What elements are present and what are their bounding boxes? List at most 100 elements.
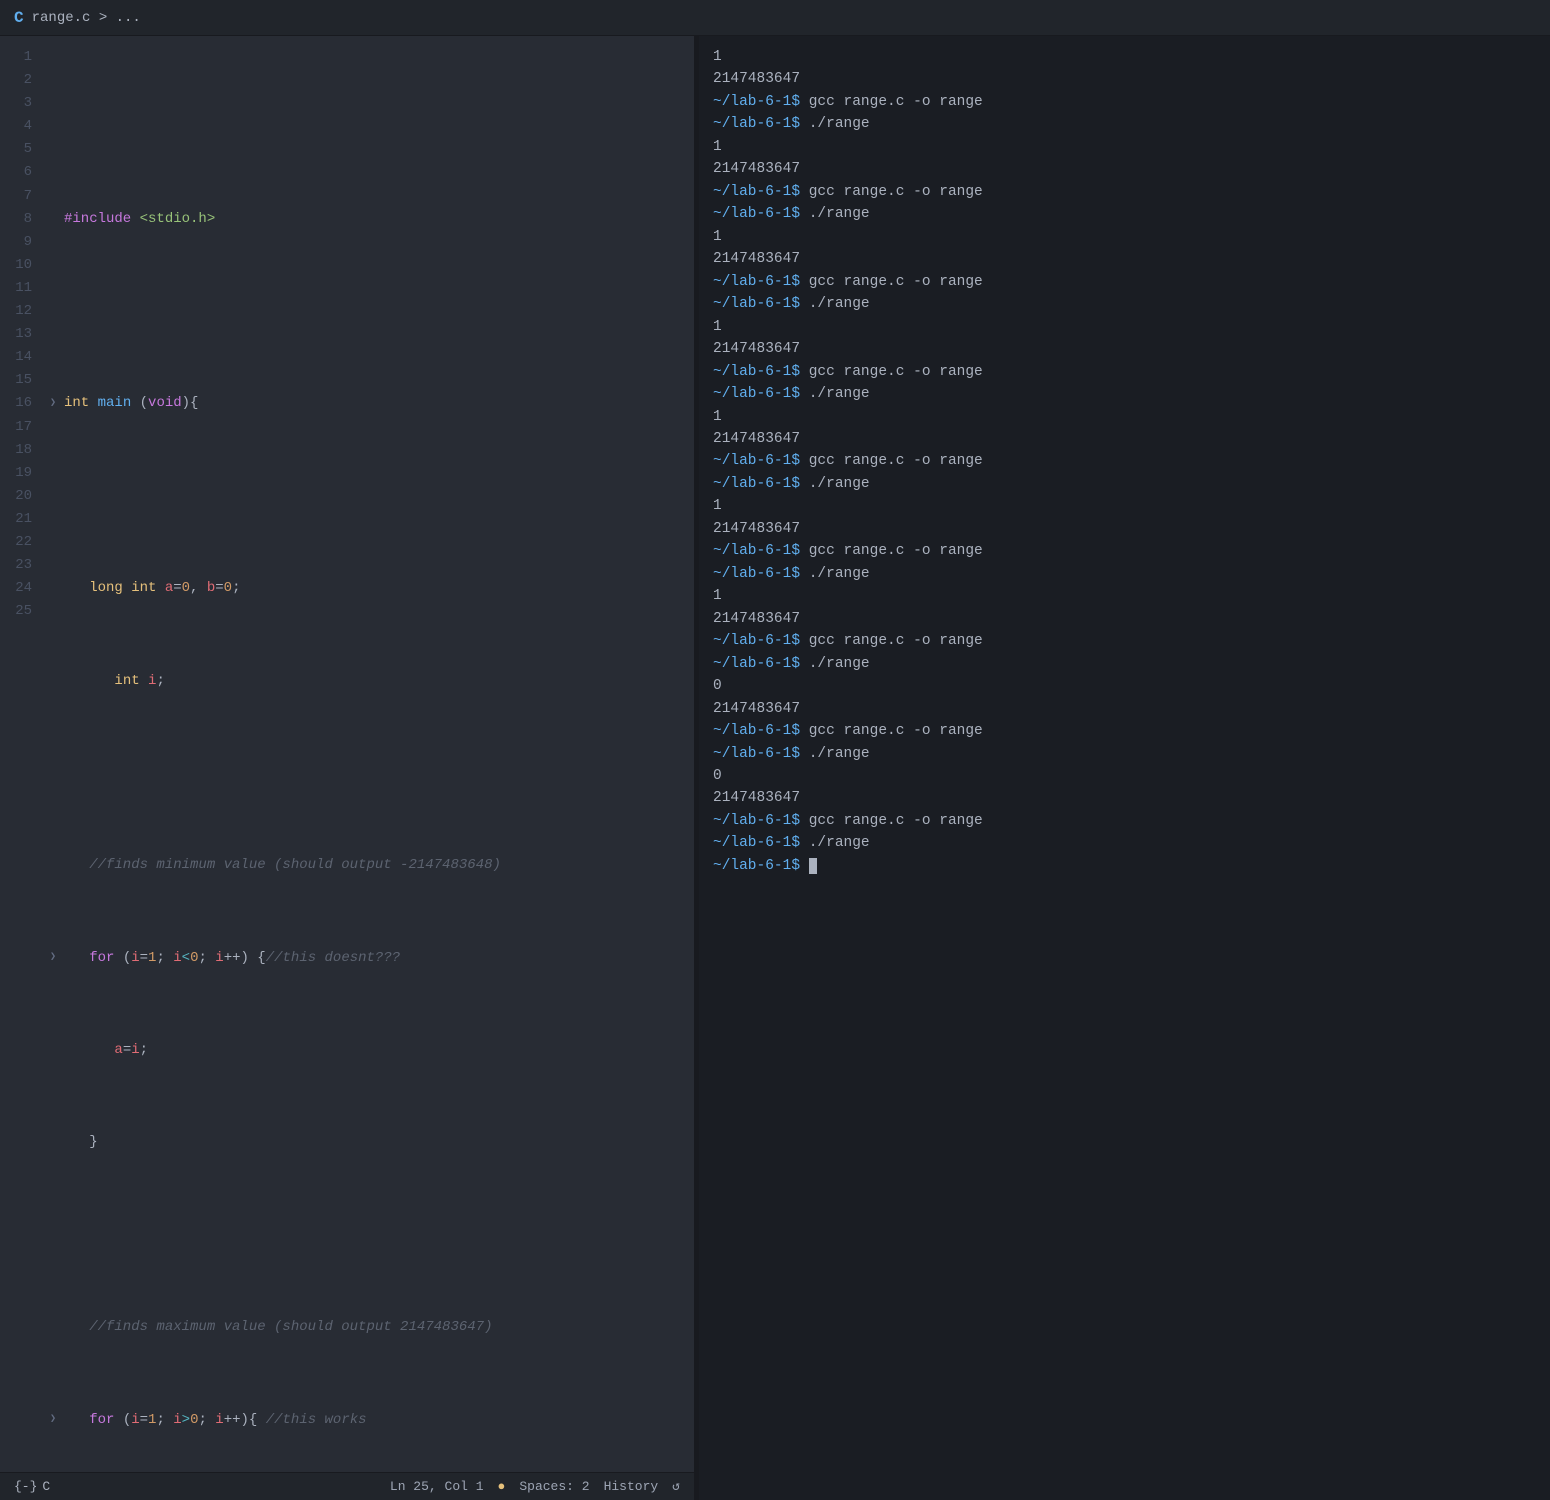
t-out-8b: 2147483647 [713,698,1536,720]
t-out-2a: 1 [713,136,1536,158]
line-14-content: //finds maximum value (should output 214… [64,1316,674,1339]
code-content[interactable]: #include <stdio.h> ❯ int main (void){ [50,36,694,1472]
fold-12 [50,1135,64,1152]
language-badge[interactable]: {-} C [14,1479,50,1494]
t-out-3a: 1 [713,226,1536,248]
t-cmd-3a: ~/lab-6-1$ gcc range.c -o range [713,271,1536,293]
main-area: 1 2 3 4 5 6 7 8 9 10 11 12 13 14 15 16 1… [0,36,1550,1500]
t-cmd-2a: ~/lab-6-1$ gcc range.c -o range [713,181,1536,203]
terminal-pane[interactable]: 1 2147483647 ~/lab-6-1$ gcc range.c -o r… [699,36,1550,1500]
code-line-1 [50,115,674,138]
status-bar: {-} C Ln 25, Col 1 ● Spaces: 2 History ↺ [0,1472,694,1500]
t-cmd-5b: ~/lab-6-1$ ./range [713,473,1536,495]
line-4-content: int main (void){ [64,392,674,415]
ln-12: 12 [10,300,32,323]
ln-21: 21 [10,508,32,531]
code-line-8 [50,762,674,785]
code-area[interactable]: 1 2 3 4 5 6 7 8 9 10 11 12 13 14 15 16 1… [0,36,694,1472]
t-out-2b: 2147483647 [713,158,1536,180]
t-cmd-7a: ~/lab-6-1$ gcc range.c -o range [713,630,1536,652]
status-right: Ln 25, Col 1 ● Spaces: 2 History ↺ [390,1479,680,1494]
ln-10: 10 [10,254,32,277]
ln-13: 13 [10,323,32,346]
terminal-block-8: 0 2147483647 ~/lab-6-1$ gcc range.c -o r… [713,675,1536,765]
ln-19: 19 [10,462,32,485]
terminal-block-6: 1 2147483647 ~/lab-6-1$ gcc range.c -o r… [713,495,1536,585]
code-line-3 [50,300,674,323]
t-out-6a: 1 [713,495,1536,517]
t-out-9b: 2147483647 [713,787,1536,809]
line-6-content: long int a=0, b=0; [64,577,674,600]
fold-15[interactable]: ❯ [50,1412,64,1429]
t-cmd-1b: ~/lab-6-1$ ./range [713,113,1536,135]
line-7-content: int i; [64,670,674,693]
breadcrumb: range.c > ... [32,10,141,26]
ln-11: 11 [10,277,32,300]
code-line-7: int i; [50,670,674,693]
t-cmd-4b: ~/lab-6-1$ ./range [713,383,1536,405]
code-line-11: a=i; [50,1039,674,1062]
ln-8: 8 [10,208,32,231]
code-line-6: long int a=0, b=0; [50,577,674,600]
ln-5: 5 [10,138,32,161]
t-cmd-9a: ~/lab-6-1$ gcc range.c -o range [713,810,1536,832]
t-out-4a: 1 [713,316,1536,338]
file-type-icon: C [14,9,24,27]
ln-18: 18 [10,439,32,462]
t-out-6b: 2147483647 [713,518,1536,540]
terminal-cursor [809,858,817,874]
line-9-content: //finds minimum value (should output -21… [64,854,674,877]
fold-9 [50,858,64,875]
ln-15: 15 [10,369,32,392]
editor-pane: 1 2 3 4 5 6 7 8 9 10 11 12 13 14 15 16 1… [0,36,695,1500]
line-15-content: for (i=1; i>0; i++){ //this works [64,1409,674,1432]
ln-20: 20 [10,485,32,508]
fold-5 [50,488,64,505]
code-line-14: //finds maximum value (should output 214… [50,1316,674,1339]
ln-14: 14 [10,346,32,369]
status-left: {-} C [14,1479,50,1494]
code-line-5 [50,485,674,508]
terminal-block-1: 1 2147483647 ~/lab-6-1$ gcc range.c -o r… [713,46,1536,136]
t-cmd-3b: ~/lab-6-1$ ./range [713,293,1536,315]
code-line-10: ❯ for (i=1; i<0; i++) {//this doesnt??? [50,947,674,970]
fold-11 [50,1042,64,1059]
t-out-4b: 2147483647 [713,338,1536,360]
code-line-9: //finds minimum value (should output -21… [50,854,674,877]
code-line-13 [50,1224,674,1247]
fold-3 [50,303,64,320]
t-out-5a: 1 [713,406,1536,428]
terminal-block-9: 0 2147483647 ~/lab-6-1$ gcc range.c -o r… [713,765,1536,855]
fold-7 [50,673,64,690]
t-cmd-6a: ~/lab-6-1$ gcc range.c -o range [713,540,1536,562]
ln-6: 6 [10,161,32,184]
fold-4[interactable]: ❯ [50,396,64,413]
ln-1: 1 [10,46,32,69]
fold-14 [50,1319,64,1336]
ln-22: 22 [10,531,32,554]
t-cmd-2b: ~/lab-6-1$ ./range [713,203,1536,225]
code-line-15: ❯ for (i=1; i>0; i++){ //this works [50,1409,674,1432]
terminal-block-4: 1 2147483647 ~/lab-6-1$ gcc range.c -o r… [713,316,1536,406]
title-bar: C range.c > ... [0,0,1550,36]
ln-17: 17 [10,416,32,439]
history-btn[interactable]: History [604,1479,659,1494]
terminal-block-3: 1 2147483647 ~/lab-6-1$ gcc range.c -o r… [713,226,1536,316]
t-cmd-9b: ~/lab-6-1$ ./range [713,832,1536,854]
code-line-4: ❯ int main (void){ [50,392,674,415]
fold-8 [50,765,64,782]
t-out-5b: 2147483647 [713,428,1536,450]
ln-23: 23 [10,554,32,577]
t-out-1a: 1 [713,46,1536,68]
t-cmd-6b: ~/lab-6-1$ ./range [713,563,1536,585]
terminal-block-2: 1 2147483647 ~/lab-6-1$ gcc range.c -o r… [713,136,1536,226]
t-out-8a: 0 [713,675,1536,697]
fold-10[interactable]: ❯ [50,950,64,967]
t-cmd-8a: ~/lab-6-1$ gcc range.c -o range [713,720,1536,742]
ln-16: 16 [10,392,32,415]
t-cmd-5a: ~/lab-6-1$ gcc range.c -o range [713,450,1536,472]
line-10-content: for (i=1; i<0; i++) {//this doesnt??? [64,947,674,970]
line-2-content: #include <stdio.h> [64,208,674,231]
spaces-info: Spaces: 2 [519,1479,589,1494]
ln-9: 9 [10,231,32,254]
